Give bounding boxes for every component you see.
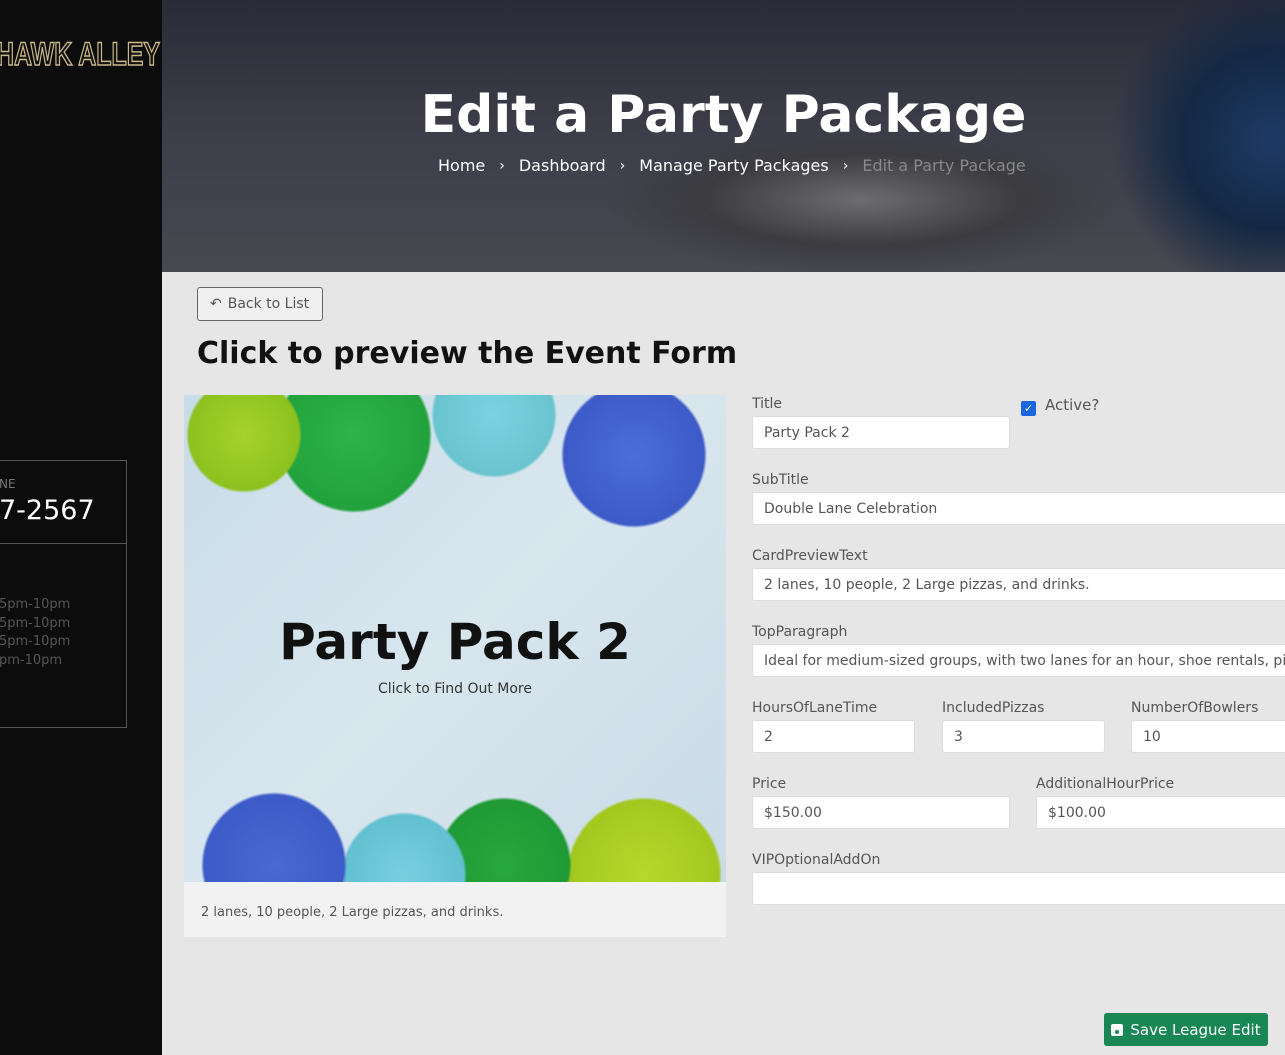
back-to-list-button[interactable]: ↶ Back to List — [197, 287, 323, 321]
hours-line: 5pm-10pm — [0, 634, 71, 649]
phone-box: NE 7-2567 — [0, 460, 127, 544]
save-label: Save League Edit — [1130, 1020, 1261, 1039]
breadcrumb-manage[interactable]: Manage Party Packages — [639, 156, 828, 175]
topparagraph-input[interactable]: Ideal for medium-sized groups, with two … — [752, 644, 1285, 677]
active-label: Active? — [1045, 396, 1100, 414]
card-title: Party Pack 2 — [279, 613, 631, 671]
chevron-right-icon: › — [499, 157, 505, 174]
hours-line: 5pm-10pm — [0, 597, 71, 612]
title-input[interactable]: Party Pack 2 — [752, 416, 1010, 449]
addhour-input[interactable]: $100.00 — [1036, 796, 1285, 829]
subtitle-input[interactable]: Double Lane Celebration — [752, 492, 1285, 525]
bowlers-input[interactable]: 10 — [1131, 720, 1285, 753]
phone-number: 7-2567 — [0, 495, 95, 526]
breadcrumb-dashboard[interactable]: Dashboard — [519, 156, 606, 175]
vip-label: VIPOptionalAddOn — [752, 852, 881, 868]
chevron-right-icon: › — [619, 157, 626, 174]
cardpreview-input[interactable]: 2 lanes, 10 people, 2 Large pizzas, and … — [752, 568, 1285, 601]
page-title: Edit a Party Package — [420, 85, 1027, 145]
title-label: Title — [752, 396, 783, 412]
chevron-right-icon: › — [842, 157, 849, 174]
hours-line: pm-10pm — [0, 652, 63, 668]
preview-heading: Click to preview the Event Form — [197, 336, 738, 371]
floppy-disk-icon — [1111, 1023, 1124, 1036]
hours-label: HoursOfLaneTime — [752, 700, 878, 716]
price-label: Price — [752, 776, 787, 792]
logo[interactable]: HAWK ALLEY — [0, 35, 161, 73]
active-checkbox[interactable]: ✓ — [1021, 401, 1036, 416]
card-subtitle: Click to Find Out More — [378, 681, 532, 697]
bowlers-label: NumberOfBowlers — [1131, 700, 1259, 716]
hours-input[interactable]: 2 — [752, 720, 915, 753]
hours-box: 5pm-10pm 5pm-10pm 5pm-10pm pm-10pm — [0, 543, 127, 728]
vip-input[interactable] — [752, 872, 1285, 905]
phone-label: NE — [0, 477, 16, 491]
save-button[interactable]: Save League Edit — [1104, 1013, 1268, 1046]
hours-line: 5pm-10pm — [0, 615, 71, 631]
reply-arrow-icon: ↶ — [210, 296, 222, 312]
price-input[interactable]: $150.00 — [752, 796, 1010, 829]
addhour-label: AdditionalHourPrice — [1036, 776, 1175, 792]
topparagraph-label: TopParagraph — [752, 624, 848, 640]
sidebar: HAWK ALLEY NE 7-2567 5pm-10pm 5pm-10pm 5… — [0, 0, 162, 1055]
back-label: Back to List — [227, 296, 310, 312]
pizzas-label: IncludedPizzas — [942, 700, 1045, 716]
cardpreview-label: CardPreviewText — [752, 548, 868, 564]
breadcrumb-home[interactable]: Home — [438, 156, 485, 175]
card-text: 2 lanes, 10 people, 2 Large pizzas, and … — [201, 905, 504, 920]
hero-banner: Edit a Party Package Home › Dashboard › … — [162, 0, 1285, 272]
breadcrumb-current: Edit a Party Package — [862, 156, 1026, 175]
preview-card[interactable]: Party Pack 2 Click to Find Out More 2 la… — [184, 395, 726, 937]
breadcrumb: Home › Dashboard › Manage Party Packages… — [438, 156, 1026, 175]
card-image: Party Pack 2 Click to Find Out More — [184, 395, 726, 882]
subtitle-label: SubTitle — [752, 472, 809, 488]
pizzas-input[interactable]: 3 — [942, 720, 1105, 753]
